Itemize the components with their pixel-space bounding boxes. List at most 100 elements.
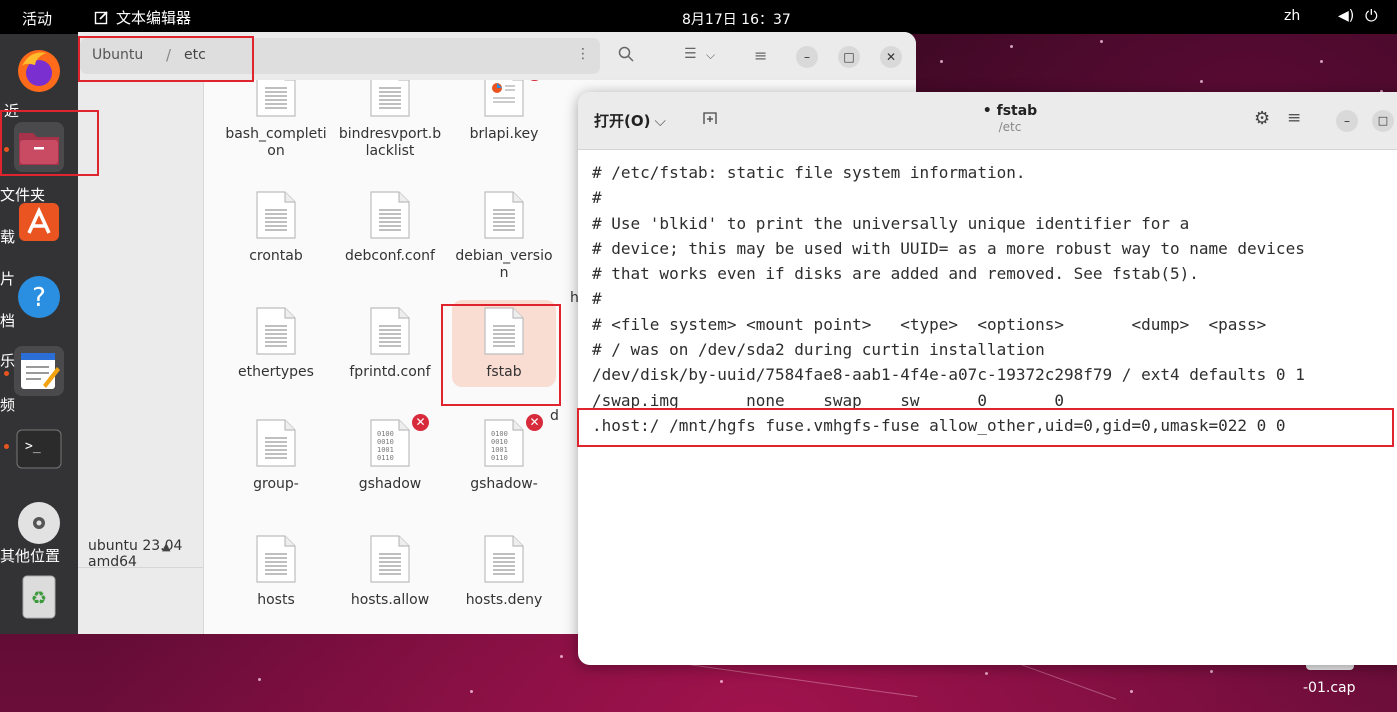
minimize-button[interactable]: – — [1336, 110, 1358, 132]
text-file-icon — [369, 80, 411, 118]
volume-icon[interactable]: ◀) — [1338, 8, 1354, 24]
text-file-icon — [255, 534, 297, 584]
view-list-icon[interactable]: ☰ — [684, 46, 697, 62]
running-indicator — [4, 371, 9, 376]
editor-text-area[interactable]: # /etc/fstab: static file system informa… — [592, 160, 1397, 438]
locked-emblem-icon: ✕ — [526, 80, 543, 81]
file-item[interactable]: debian_version — [452, 190, 556, 282]
sparkle — [985, 672, 988, 675]
sparkle — [258, 678, 261, 681]
disc-icon[interactable] — [14, 498, 64, 548]
app-menu[interactable]: 文本编辑器 — [94, 7, 191, 28]
maximize-button[interactable]: □ — [838, 46, 860, 68]
svg-text:?: ? — [32, 283, 46, 313]
file-name: hosts.deny — [465, 592, 543, 608]
highlight-box — [441, 304, 561, 406]
editor-line[interactable]: # <file system> <mount point> <type> <op… — [592, 312, 1397, 337]
clock[interactable]: 8月17日 16：37 — [682, 9, 791, 29]
file-item[interactable]: bash_completion — [224, 80, 328, 160]
menu-icon[interactable]: ≡ — [1287, 108, 1301, 128]
activities-button[interactable]: 活动 — [22, 8, 52, 29]
top-bar: 活动 文本编辑器 8月17日 16：37 zh ◀) ⏻ — [0, 0, 1397, 34]
file-name: bindresvport.blacklist — [338, 126, 442, 159]
new-tab-icon[interactable] — [702, 110, 718, 130]
label-fragment: 档 — [0, 312, 16, 330]
edit-icon — [94, 11, 108, 25]
file-name: hosts.allow — [350, 592, 430, 608]
editor-line[interactable]: # Use 'blkid' to print the universally u… — [592, 211, 1397, 236]
highlight-box — [577, 408, 1394, 447]
file-item[interactable]: 0100 0010 1001 0110 ✕ gshadow — [338, 414, 442, 493]
trash-icon[interactable]: ♻ — [14, 572, 64, 622]
label-fragment: 乐 — [0, 352, 16, 370]
menu-icon[interactable]: ≡ — [754, 46, 767, 65]
firefox-icon[interactable] — [14, 46, 64, 96]
file-item[interactable]: hosts.deny — [452, 534, 556, 609]
highlight-box — [78, 36, 254, 82]
close-button[interactable]: ✕ — [880, 46, 902, 68]
file-item[interactable]: 0100 0010 1001 0110 ✕ gshadow- — [452, 414, 556, 493]
locked-emblem-icon: ✕ — [526, 414, 543, 431]
power-icon[interactable]: ⏻ — [1365, 6, 1378, 26]
file-item[interactable]: debconf.conf — [338, 190, 442, 265]
document-title-area: • fstab /etc — [950, 103, 1070, 134]
file-name: hosts — [257, 592, 295, 608]
sparkle — [560, 655, 563, 658]
file-name: crontab — [249, 248, 303, 264]
sidebar-item-device[interactable]: ubuntu 23.04 amd64 — [88, 538, 203, 570]
terminal-icon[interactable]: >_ — [14, 424, 64, 474]
file-item[interactable]: fprintd.conf — [338, 306, 442, 381]
label-fragment: 频 — [0, 396, 16, 414]
eject-icon[interactable]: ▲ — [162, 540, 170, 553]
file-name: gshadow — [358, 476, 422, 492]
file-item[interactable]: ethertypes — [224, 306, 328, 381]
search-icon[interactable] — [618, 46, 634, 66]
label-fragment: 其他位置 — [0, 547, 61, 565]
sparkle — [1100, 40, 1103, 43]
file-name: group- — [253, 476, 299, 492]
editor-line[interactable]: # — [592, 286, 1397, 311]
open-button[interactable]: 打开(O) ⌵ — [594, 110, 666, 131]
svg-text:♻: ♻ — [31, 588, 47, 609]
sparkle — [1200, 80, 1203, 83]
desktop-file-label[interactable]: -01.cap — [1303, 680, 1355, 696]
file-item[interactable]: hosts.allow — [338, 534, 442, 609]
input-method-indicator[interactable]: zh — [1284, 8, 1300, 24]
editor-line[interactable]: # that works even if disks are added and… — [592, 261, 1397, 286]
file-name: fprintd.conf — [349, 364, 431, 380]
editor-line[interactable]: # — [592, 185, 1397, 210]
text-file-icon — [255, 306, 297, 356]
file-item[interactable]: crontab — [224, 190, 328, 265]
text-editor-icon[interactable] — [14, 346, 64, 396]
sparkle — [720, 680, 723, 683]
view-options-chevron-icon[interactable]: ⌵ — [706, 48, 715, 63]
sparkle — [470, 690, 473, 693]
text-file-icon — [369, 534, 411, 584]
file-item[interactable]: ✕ brlapi.key — [452, 80, 556, 143]
maximize-button[interactable]: □ — [1372, 110, 1394, 132]
file-name: debconf.conf — [345, 248, 435, 264]
editor-line[interactable]: # device; this may be used with UUID= as… — [592, 236, 1397, 261]
path-menu-icon[interactable]: ⋮ — [576, 46, 590, 62]
editor-line[interactable]: # / was on /dev/sda2 during curtin insta… — [592, 337, 1397, 362]
key-file-icon: ✕ — [483, 80, 543, 118]
label-fragment: 载 — [0, 228, 16, 246]
file-name: ethertypes — [238, 364, 314, 380]
editor-line[interactable]: /dev/disk/by-uuid/7584fae8-aab1-4f4e-a07… — [592, 362, 1397, 387]
file-item[interactable]: group- — [224, 418, 328, 493]
file-item[interactable]: hosts — [224, 534, 328, 609]
help-icon[interactable]: ? — [14, 272, 64, 322]
binary-pattern: 0100 0010 1001 0110 — [491, 430, 508, 462]
settings-icon[interactable]: ⚙ — [1254, 108, 1270, 129]
text-file-icon — [369, 306, 411, 356]
file-item[interactable]: bindresvport.blacklist — [338, 80, 442, 160]
text-file-icon — [369, 190, 411, 240]
text-file-icon — [483, 534, 525, 584]
editor-header: 打开(O) ⌵ • fstab /etc ⚙ ≡ – □ — [578, 92, 1397, 150]
editor-line[interactable]: # /etc/fstab: static file system informa… — [592, 160, 1397, 185]
sparkle — [1010, 45, 1013, 48]
sparkle — [1130, 690, 1133, 693]
running-indicator — [4, 444, 9, 449]
minimize-button[interactable]: – — [796, 46, 818, 68]
open-label: 打开(O) — [594, 112, 651, 130]
